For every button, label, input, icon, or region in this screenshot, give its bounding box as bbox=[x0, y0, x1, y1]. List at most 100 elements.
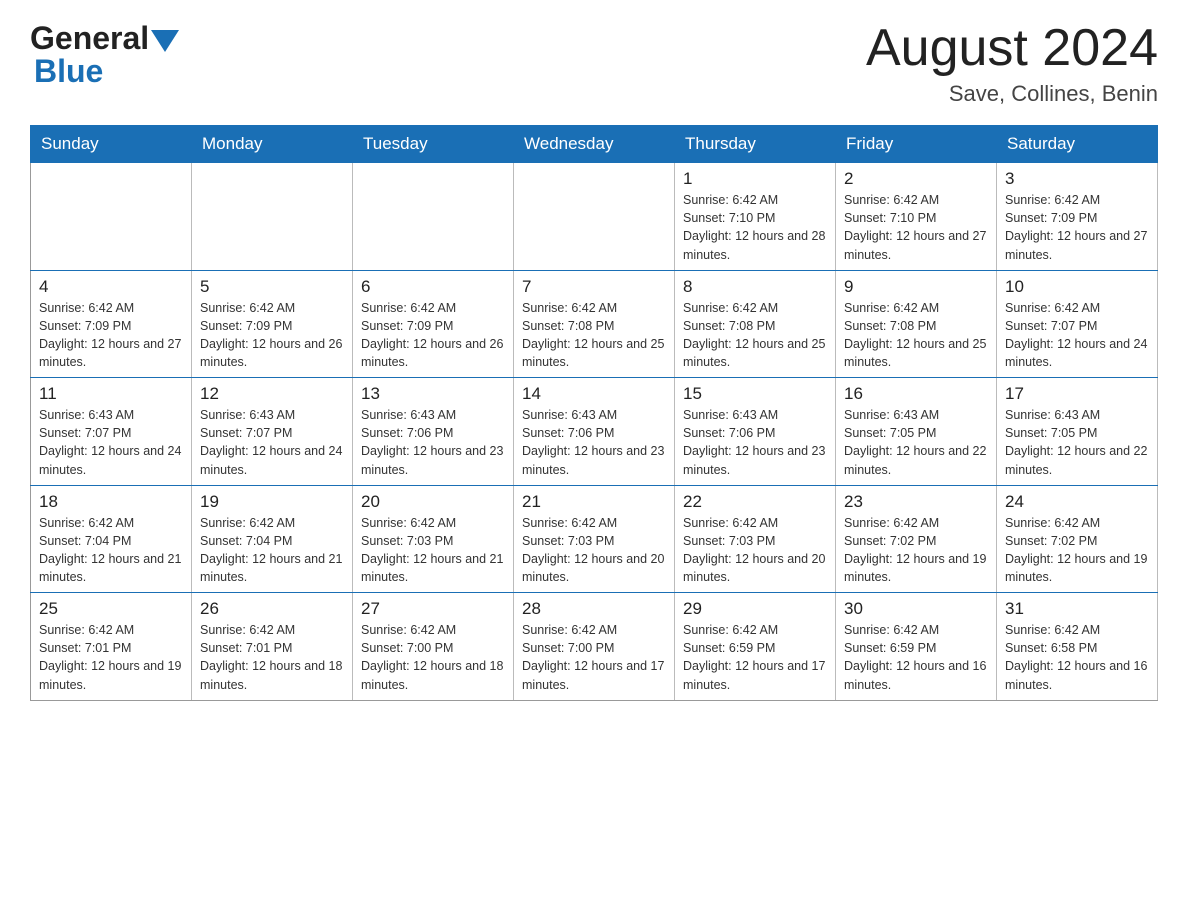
day-number: 26 bbox=[200, 599, 344, 619]
calendar-cell: 15Sunrise: 6:43 AMSunset: 7:06 PMDayligh… bbox=[675, 378, 836, 486]
day-number: 23 bbox=[844, 492, 988, 512]
calendar-cell: 14Sunrise: 6:43 AMSunset: 7:06 PMDayligh… bbox=[514, 378, 675, 486]
calendar-cell: 1Sunrise: 6:42 AMSunset: 7:10 PMDaylight… bbox=[675, 163, 836, 271]
weekday-header-wednesday: Wednesday bbox=[514, 126, 675, 163]
calendar-cell bbox=[353, 163, 514, 271]
day-info: Sunrise: 6:42 AMSunset: 7:00 PMDaylight:… bbox=[522, 621, 666, 694]
calendar-cell: 17Sunrise: 6:43 AMSunset: 7:05 PMDayligh… bbox=[997, 378, 1158, 486]
day-number: 7 bbox=[522, 277, 666, 297]
calendar-cell: 7Sunrise: 6:42 AMSunset: 7:08 PMDaylight… bbox=[514, 270, 675, 378]
calendar-week-3: 11Sunrise: 6:43 AMSunset: 7:07 PMDayligh… bbox=[31, 378, 1158, 486]
calendar-cell: 8Sunrise: 6:42 AMSunset: 7:08 PMDaylight… bbox=[675, 270, 836, 378]
day-info: Sunrise: 6:42 AMSunset: 7:02 PMDaylight:… bbox=[1005, 514, 1149, 587]
calendar-cell: 27Sunrise: 6:42 AMSunset: 7:00 PMDayligh… bbox=[353, 593, 514, 701]
day-info: Sunrise: 6:42 AMSunset: 7:09 PMDaylight:… bbox=[1005, 191, 1149, 264]
day-number: 25 bbox=[39, 599, 183, 619]
calendar-cell: 22Sunrise: 6:42 AMSunset: 7:03 PMDayligh… bbox=[675, 485, 836, 593]
day-info: Sunrise: 6:43 AMSunset: 7:07 PMDaylight:… bbox=[200, 406, 344, 479]
day-number: 1 bbox=[683, 169, 827, 189]
day-info: Sunrise: 6:43 AMSunset: 7:05 PMDaylight:… bbox=[1005, 406, 1149, 479]
calendar-cell: 31Sunrise: 6:42 AMSunset: 6:58 PMDayligh… bbox=[997, 593, 1158, 701]
day-number: 30 bbox=[844, 599, 988, 619]
day-info: Sunrise: 6:42 AMSunset: 7:08 PMDaylight:… bbox=[522, 299, 666, 372]
day-number: 3 bbox=[1005, 169, 1149, 189]
day-info: Sunrise: 6:43 AMSunset: 7:06 PMDaylight:… bbox=[361, 406, 505, 479]
weekday-header-tuesday: Tuesday bbox=[353, 126, 514, 163]
day-number: 29 bbox=[683, 599, 827, 619]
day-number: 12 bbox=[200, 384, 344, 404]
calendar-cell: 23Sunrise: 6:42 AMSunset: 7:02 PMDayligh… bbox=[836, 485, 997, 593]
day-number: 21 bbox=[522, 492, 666, 512]
day-info: Sunrise: 6:42 AMSunset: 7:01 PMDaylight:… bbox=[39, 621, 183, 694]
page-header: General Blue August 2024 Save, Collines,… bbox=[30, 20, 1158, 107]
day-info: Sunrise: 6:42 AMSunset: 7:01 PMDaylight:… bbox=[200, 621, 344, 694]
calendar-cell bbox=[514, 163, 675, 271]
calendar-week-5: 25Sunrise: 6:42 AMSunset: 7:01 PMDayligh… bbox=[31, 593, 1158, 701]
calendar-cell: 4Sunrise: 6:42 AMSunset: 7:09 PMDaylight… bbox=[31, 270, 192, 378]
weekday-header-sunday: Sunday bbox=[31, 126, 192, 163]
calendar-cell: 18Sunrise: 6:42 AMSunset: 7:04 PMDayligh… bbox=[31, 485, 192, 593]
day-info: Sunrise: 6:43 AMSunset: 7:05 PMDaylight:… bbox=[844, 406, 988, 479]
day-info: Sunrise: 6:42 AMSunset: 7:09 PMDaylight:… bbox=[39, 299, 183, 372]
day-number: 19 bbox=[200, 492, 344, 512]
day-info: Sunrise: 6:43 AMSunset: 7:06 PMDaylight:… bbox=[683, 406, 827, 479]
calendar-cell bbox=[192, 163, 353, 271]
day-number: 11 bbox=[39, 384, 183, 404]
day-number: 9 bbox=[844, 277, 988, 297]
day-info: Sunrise: 6:42 AMSunset: 7:10 PMDaylight:… bbox=[844, 191, 988, 264]
day-number: 2 bbox=[844, 169, 988, 189]
calendar-week-2: 4Sunrise: 6:42 AMSunset: 7:09 PMDaylight… bbox=[31, 270, 1158, 378]
title-section: August 2024 Save, Collines, Benin bbox=[866, 20, 1158, 107]
day-number: 22 bbox=[683, 492, 827, 512]
day-number: 27 bbox=[361, 599, 505, 619]
calendar-cell: 6Sunrise: 6:42 AMSunset: 7:09 PMDaylight… bbox=[353, 270, 514, 378]
day-info: Sunrise: 6:42 AMSunset: 6:59 PMDaylight:… bbox=[683, 621, 827, 694]
calendar-week-4: 18Sunrise: 6:42 AMSunset: 7:04 PMDayligh… bbox=[31, 485, 1158, 593]
calendar-cell: 2Sunrise: 6:42 AMSunset: 7:10 PMDaylight… bbox=[836, 163, 997, 271]
calendar-cell: 30Sunrise: 6:42 AMSunset: 6:59 PMDayligh… bbox=[836, 593, 997, 701]
calendar-cell bbox=[31, 163, 192, 271]
day-number: 31 bbox=[1005, 599, 1149, 619]
calendar-cell: 9Sunrise: 6:42 AMSunset: 7:08 PMDaylight… bbox=[836, 270, 997, 378]
day-info: Sunrise: 6:42 AMSunset: 7:00 PMDaylight:… bbox=[361, 621, 505, 694]
day-info: Sunrise: 6:42 AMSunset: 7:03 PMDaylight:… bbox=[361, 514, 505, 587]
calendar-cell: 5Sunrise: 6:42 AMSunset: 7:09 PMDaylight… bbox=[192, 270, 353, 378]
day-number: 13 bbox=[361, 384, 505, 404]
calendar-cell: 28Sunrise: 6:42 AMSunset: 7:00 PMDayligh… bbox=[514, 593, 675, 701]
day-info: Sunrise: 6:42 AMSunset: 7:07 PMDaylight:… bbox=[1005, 299, 1149, 372]
day-number: 15 bbox=[683, 384, 827, 404]
day-number: 28 bbox=[522, 599, 666, 619]
day-info: Sunrise: 6:43 AMSunset: 7:06 PMDaylight:… bbox=[522, 406, 666, 479]
day-number: 20 bbox=[361, 492, 505, 512]
calendar-cell: 29Sunrise: 6:42 AMSunset: 6:59 PMDayligh… bbox=[675, 593, 836, 701]
day-info: Sunrise: 6:42 AMSunset: 7:03 PMDaylight:… bbox=[683, 514, 827, 587]
calendar-cell: 25Sunrise: 6:42 AMSunset: 7:01 PMDayligh… bbox=[31, 593, 192, 701]
day-info: Sunrise: 6:42 AMSunset: 7:02 PMDaylight:… bbox=[844, 514, 988, 587]
day-number: 5 bbox=[200, 277, 344, 297]
day-number: 18 bbox=[39, 492, 183, 512]
day-info: Sunrise: 6:42 AMSunset: 7:04 PMDaylight:… bbox=[39, 514, 183, 587]
logo-arrow-icon bbox=[151, 30, 179, 52]
day-number: 6 bbox=[361, 277, 505, 297]
calendar-week-1: 1Sunrise: 6:42 AMSunset: 7:10 PMDaylight… bbox=[31, 163, 1158, 271]
calendar-table: SundayMondayTuesdayWednesdayThursdayFrid… bbox=[30, 125, 1158, 701]
weekday-header-saturday: Saturday bbox=[997, 126, 1158, 163]
calendar-cell: 26Sunrise: 6:42 AMSunset: 7:01 PMDayligh… bbox=[192, 593, 353, 701]
calendar-cell: 21Sunrise: 6:42 AMSunset: 7:03 PMDayligh… bbox=[514, 485, 675, 593]
day-info: Sunrise: 6:42 AMSunset: 7:10 PMDaylight:… bbox=[683, 191, 827, 264]
day-number: 10 bbox=[1005, 277, 1149, 297]
day-info: Sunrise: 6:42 AMSunset: 6:58 PMDaylight:… bbox=[1005, 621, 1149, 694]
calendar-cell: 16Sunrise: 6:43 AMSunset: 7:05 PMDayligh… bbox=[836, 378, 997, 486]
day-number: 14 bbox=[522, 384, 666, 404]
weekday-header-monday: Monday bbox=[192, 126, 353, 163]
day-number: 4 bbox=[39, 277, 183, 297]
location-title: Save, Collines, Benin bbox=[866, 81, 1158, 107]
calendar-cell: 19Sunrise: 6:42 AMSunset: 7:04 PMDayligh… bbox=[192, 485, 353, 593]
weekday-header-thursday: Thursday bbox=[675, 126, 836, 163]
day-info: Sunrise: 6:43 AMSunset: 7:07 PMDaylight:… bbox=[39, 406, 183, 479]
day-number: 24 bbox=[1005, 492, 1149, 512]
day-info: Sunrise: 6:42 AMSunset: 7:08 PMDaylight:… bbox=[844, 299, 988, 372]
calendar-cell: 20Sunrise: 6:42 AMSunset: 7:03 PMDayligh… bbox=[353, 485, 514, 593]
calendar-cell: 3Sunrise: 6:42 AMSunset: 7:09 PMDaylight… bbox=[997, 163, 1158, 271]
calendar-cell: 12Sunrise: 6:43 AMSunset: 7:07 PMDayligh… bbox=[192, 378, 353, 486]
